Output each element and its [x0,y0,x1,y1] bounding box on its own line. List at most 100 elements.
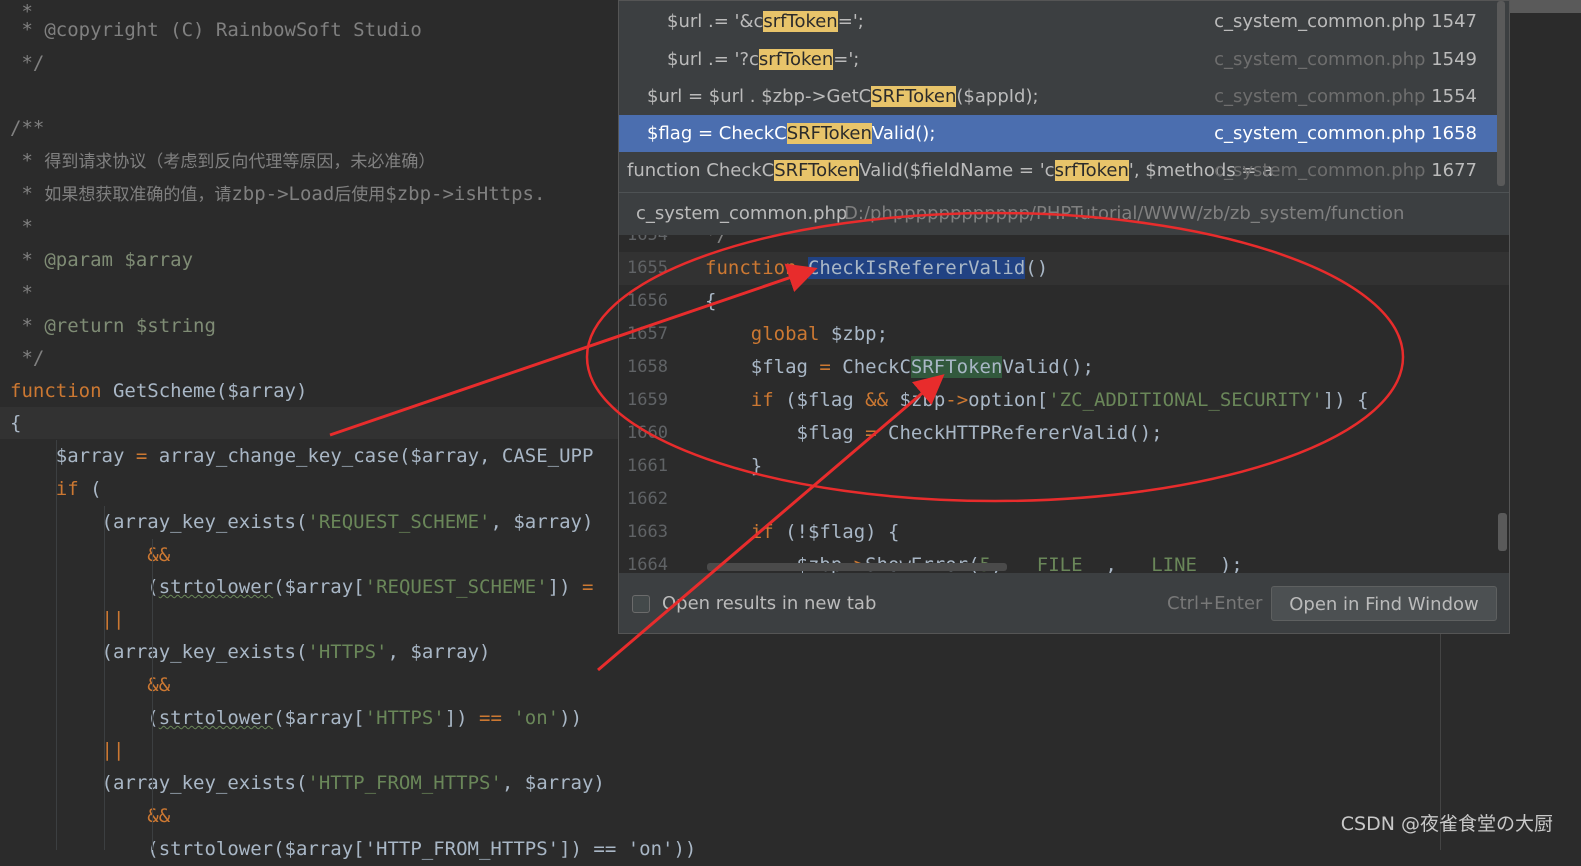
code-token: * @copyright (C) RainbowSoft Studio [10,19,422,41]
code-token: * [10,183,45,205]
code-token: 'HTTPS' [307,641,388,663]
usage-list-scrollbar[interactable] [1497,1,1505,186]
code-line: (array_key_exists('HTTPS', $array) [10,636,491,669]
preview-horizontal-scrollbar[interactable] [707,563,1007,571]
preview-line: 1658 $flag = CheckCSRFTokenValid(); [619,351,1509,384]
open-in-new-tab-label[interactable]: Open results in new tab [662,593,876,614]
code-preview-pane[interactable]: 1654 */ 1655 function CheckIsRefererValid()… [619,235,1509,573]
preview-line-number: 1664 [627,555,668,573]
code-token: if [55,478,79,500]
code-token: * [10,216,33,238]
code-line: * @param $array [10,244,193,277]
preview-code: { [705,285,716,318]
open-in-new-tab-checkbox[interactable] [632,595,650,613]
code-token: 后使用 [334,185,386,205]
code-line: * 得到请求协议（考虑到反向代理等原因，未必准确） [10,145,435,178]
preview-line-number: 1662 [627,489,668,509]
usage-text-after: Valid(); [871,123,936,144]
code-token: 得到请求协议（考虑到反向代理等原因，未必准确） [44,152,436,172]
usage-file-name: c_system_common.php [1214,49,1426,70]
usage-code-text: $url = $url . $zbp->GetCSRFToken($appId)… [647,78,1039,115]
preview-line: 1657 global $zbp; [619,318,1509,351]
code-token: $zbp->isHttps. [385,183,546,205]
usage-text-before: $url .= '&c [667,11,764,32]
code-line: (strtolower($array['HTTPS']) == 'on')) [10,702,582,735]
code-token: */ [10,347,45,369]
code-token: $flag [705,356,820,378]
code-token: { [10,412,22,434]
preview-code: if ($flag && $zbp->option['ZC_ADDITIONAL… [705,384,1369,417]
usage-line-number: 1547 [1425,11,1477,32]
code-token: 'REQUEST_SCHEME' [307,511,491,533]
code-token: () [1025,257,1049,279]
usage-line-number: 1658 [1425,123,1477,144]
preview-line: 1659 if ($flag && $zbp->option['ZC_ADDIT… [619,384,1509,417]
code-token: */ [705,235,728,246]
preview-code: function CheckIsRefererValid() [705,252,1048,285]
usage-text-after: ='; [833,49,860,70]
preview-code: if (!$flag) { [705,516,900,549]
preview-line-number: 1661 [627,456,668,476]
code-line: (array_key_exists('REQUEST_SCHEME', $arr… [10,506,594,539]
preview-code: $flag = CheckHTTPRefererValid(); [705,417,1163,450]
code-token: $zbp; [819,323,889,345]
usage-row[interactable]: $flag = CheckCSRFTokenValid(); c_system_c… [619,115,1497,152]
usage-text-before: $url .= '?c [667,49,759,70]
code-token: CheckHTTPRefererValid(); [888,422,1163,444]
code-token: GetScheme [112,380,216,402]
preview-line-number: 1663 [627,522,668,542]
code-token: zbp->Load [231,183,335,205]
editor-scroll-gutter[interactable] [1508,0,1581,850]
open-in-find-window-button[interactable]: Open in Find Window [1271,586,1497,621]
code-line: || [10,603,125,636]
usage-file-location: c_system_common.php 1549 [1214,41,1477,78]
code-token: ( [10,707,159,729]
code-token: CheckC [842,356,911,378]
preview-line-number: 1657 [627,324,668,344]
code-token: if [750,389,774,411]
indent-guide [152,539,153,850]
usage-match-highlight: srfToken [763,11,838,32]
code-token: (array_key_exists( [10,511,308,533]
usage-text-after: ='; [837,11,864,32]
code-token: strtolower [158,707,274,729]
code-line: && [10,539,170,572]
code-token: if [750,521,774,543]
preview-line-number: 1656 [627,291,668,311]
preview-line: 1662 [619,483,1509,516]
code-token: option[ [968,389,1049,411]
code-token: */ [10,52,45,74]
usage-line-number: 1677 [1425,160,1477,181]
code-token: && [147,544,171,566]
usage-line-number: 1554 [1425,86,1477,107]
usage-file-name: c_system_common.php [1214,123,1426,144]
usage-row[interactable]: $url = $url . $zbp->GetCSRFToken($appId)… [619,78,1497,115]
shortcut-hint: Ctrl+Enter [1167,593,1263,614]
code-token: , $array) [490,511,594,533]
usage-row[interactable]: function CheckCSRFTokenValid($fieldName … [619,152,1497,189]
code-token: } [705,455,763,477]
code-token: * [10,282,33,304]
preview-vertical-scrollbar[interactable] [1498,513,1507,551]
show-usages-popup[interactable]: $url .= '&csrfToken='; c_system_common.ph… [618,0,1510,634]
usage-match-highlight: SRFToken [871,86,957,107]
path-file-name: c_system_common.php [636,203,848,224]
code-token: strtolower [158,576,274,598]
editor-scroll-thumb[interactable] [1508,0,1581,13]
code-token: && [147,674,171,696]
code-token: /** [10,117,45,139]
usage-file-name: c_system_common.php [1214,11,1426,32]
usage-row[interactable]: $url .= '&csrfToken='; c_system_common.ph… [619,3,1497,40]
code-token: 'REQUEST_SCHEME' [364,576,548,598]
usage-file-location: c_system_common.php 1547 [1214,3,1477,40]
usage-line-number: 1549 [1425,49,1477,70]
code-token: ]) { [1322,389,1369,411]
code-token: (array_key_exists( [10,772,308,794]
indent-guide [56,440,57,850]
code-token: $flag [705,422,866,444]
usage-row[interactable]: $url .= '?csrfToken='; c_system_common.ph… [619,41,1497,78]
preview-line-number: 1658 [627,357,668,377]
code-token: ]) [444,707,480,729]
usage-text-after: ($appId); [956,86,1039,107]
